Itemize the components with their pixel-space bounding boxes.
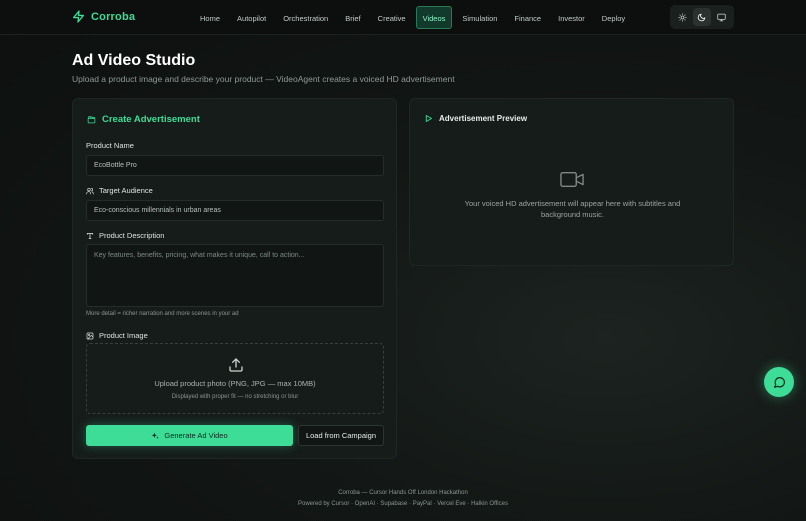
preview-empty-text: Your voiced HD advertisement will appear… <box>464 199 681 219</box>
nav-item-finance[interactable]: Finance <box>507 6 548 29</box>
dropzone-sub-text: Displayed with proper fit — no stretchin… <box>171 394 299 400</box>
product-description-label: Product Description <box>86 231 164 240</box>
create-advertisement-card: Create Advertisement Product Name EcoBot… <box>72 98 397 459</box>
load-from-campaign-button[interactable]: Load from Campaign <box>298 425 384 446</box>
main-nav: Home Autopilot Orchestration Brief Creat… <box>193 6 632 29</box>
product-name-input[interactable]: EcoBottle Pro <box>86 155 384 176</box>
target-audience-label: Target Audience <box>86 186 153 195</box>
nav-item-orchestration[interactable]: Orchestration <box>276 6 335 29</box>
brand-name: Corroba <box>91 10 136 23</box>
product-image-label-text: Product Image <box>99 331 148 340</box>
generate-ad-video-button[interactable]: Generate Ad Video <box>86 425 293 446</box>
nav-item-investor[interactable]: Investor <box>551 6 592 29</box>
theme-dark-button[interactable] <box>692 8 711 26</box>
page-title: Ad Video Studio <box>72 52 196 69</box>
page-subtitle: Upload a product image and describe your… <box>72 74 455 84</box>
product-description-textarea[interactable]: Key features, benefits, pricing, what ma… <box>86 244 384 307</box>
footer-line-2: Powered by Cursor · OpenAI · Supabase · … <box>298 501 508 507</box>
video-camera-icon <box>560 172 584 187</box>
message-circle-icon <box>773 376 785 388</box>
clapperboard-icon <box>87 116 96 124</box>
product-description-label-text: Product Description <box>99 231 165 240</box>
monitor-icon <box>717 13 726 21</box>
advertisement-preview-card: Advertisement Preview Your voiced HD adv… <box>409 98 734 266</box>
product-image-label: Product Image <box>86 331 148 340</box>
theme-light-button[interactable] <box>674 8 692 26</box>
generate-ad-video-label: Generate Ad Video <box>164 431 228 440</box>
preview-card-title-text: Advertisement Preview <box>439 114 528 123</box>
nav-item-autopilot[interactable]: Autopilot <box>230 6 273 29</box>
form-card-title-text: Create Advertisement <box>102 114 200 125</box>
upload-icon <box>229 358 243 372</box>
dropzone-main-text: Upload product photo (PNG, JPG — max 10M… <box>154 379 316 388</box>
chat-button[interactable] <box>764 367 794 397</box>
product-name-label-text: Product Name <box>86 141 134 150</box>
theme-system-button[interactable] <box>712 8 730 26</box>
preview-card-title: Advertisement Preview <box>424 114 527 123</box>
nav-item-videos[interactable]: Videos <box>415 6 453 29</box>
type-icon <box>86 232 94 239</box>
moon-icon <box>698 13 706 21</box>
users-icon <box>86 187 94 194</box>
form-card-title: Create Advertisement <box>87 114 200 125</box>
nav-item-deploy[interactable]: Deploy <box>595 6 632 29</box>
target-audience-label-text: Target Audience <box>99 186 153 195</box>
nav-item-brief[interactable]: Brief <box>338 6 367 29</box>
nav-item-home[interactable]: Home <box>193 6 227 29</box>
product-name-label: Product Name <box>86 141 134 150</box>
theme-switcher <box>670 5 734 29</box>
nav-item-simulation[interactable]: Simulation <box>455 6 504 29</box>
top-navbar: Corroba Home Autopilot Orchestration Bri… <box>0 0 806 35</box>
zap-icon <box>72 10 85 23</box>
image-icon <box>86 332 94 339</box>
sparkles-icon <box>152 432 160 439</box>
brand-logo[interactable]: Corroba <box>72 10 135 23</box>
sun-icon <box>678 12 687 22</box>
target-audience-input[interactable]: Eco-conscious millennials in urban areas <box>86 200 384 221</box>
product-image-dropzone[interactable]: Upload product photo (PNG, JPG — max 10M… <box>86 343 384 414</box>
description-hint: More detail = richer narration and more … <box>86 311 239 317</box>
nav-item-creative[interactable]: Creative <box>371 6 413 29</box>
footer-line-1: Corroba — Cursor Hands Off London Hackat… <box>338 490 468 496</box>
play-icon <box>425 115 432 122</box>
